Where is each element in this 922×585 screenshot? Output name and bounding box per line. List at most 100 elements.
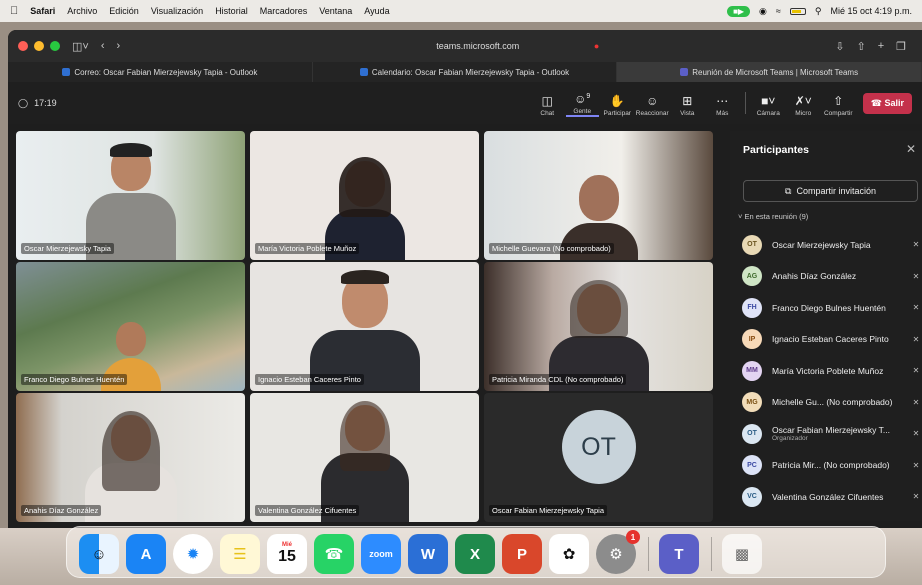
tab-outlook-calendar[interactable]: Calendario: Oscar Fabian Mierzejewsky Ta… <box>313 62 618 82</box>
back-icon[interactable]: ‹ <box>101 40 105 52</box>
participant-row[interactable]: IP Ignacio Esteban Caceres Pinto ✕ <box>742 324 922 356</box>
app-store-icon[interactable]: A <box>126 534 166 574</box>
meeting-timer: ◯ 17:19 <box>18 98 57 109</box>
recording-icon: ● <box>593 41 600 51</box>
more-button[interactable]: ⋯ Más <box>706 94 739 117</box>
wifi-icon[interactable]: ≈ <box>776 6 781 16</box>
video-tile[interactable]: Anahis Díaz González <box>16 393 245 522</box>
leave-button[interactable]: ☎ Salir <box>862 92 912 114</box>
video-tile[interactable]: Oscar Mierzejewsky Tapia <box>16 131 245 260</box>
participant-row[interactable]: PC Patricia Mir... (No comprobado) ✕ <box>742 450 922 482</box>
notes-icon[interactable]: ☰ <box>220 534 260 574</box>
tile-name: Franco Diego Bulnes Huentén <box>21 374 128 385</box>
participant-name: Oscar Mierzejewsky Tapia <box>772 240 906 250</box>
tile-name: Oscar Fabian Mierzejewsky Tapia <box>489 505 607 516</box>
download-icon[interactable]: ⇩ <box>835 40 844 53</box>
battery-icon[interactable] <box>789 7 806 15</box>
share-icon: ⇧ <box>833 93 844 108</box>
status-icon[interactable]: ◉ <box>759 6 767 17</box>
camera-button[interactable]: ■˅ Cámara <box>752 94 785 117</box>
share-invite-button[interactable]: ⧉ Compartir invitación <box>743 180 918 202</box>
shield-icon: ◯ <box>18 97 29 108</box>
chat-button[interactable]: ◫ Chat <box>531 94 564 117</box>
menu-ventana[interactable]: Ventana <box>319 6 352 16</box>
participant-name: Anahis Díaz González <box>772 271 906 281</box>
whatsapp-icon[interactable]: ☎ <box>314 534 354 574</box>
video-tile[interactable]: Franco Diego Bulnes Huentén <box>16 262 245 391</box>
menu-ayuda[interactable]: Ayuda <box>364 6 389 16</box>
dock-divider <box>711 537 712 571</box>
clock[interactable]: Mié 15 oct 4:19 p.m. <box>830 6 912 16</box>
close-window-button[interactable] <box>18 41 28 51</box>
safari-icon[interactable]: ✹ <box>173 534 213 574</box>
url-text: teams.microsoft.com <box>436 41 520 51</box>
teams-icon[interactable]: T <box>659 534 699 574</box>
raise-hand-button[interactable]: ✋ Participar <box>601 94 634 117</box>
tab-overview-icon[interactable]: ❐ <box>896 40 906 53</box>
mic-off-icon: ✗˅ <box>794 93 812 108</box>
close-icon[interactable]: ✕ <box>906 142 916 156</box>
powerpoint-icon[interactable]: P <box>502 534 542 574</box>
camera-in-use-icon[interactable]: ■▶ <box>727 5 751 17</box>
tab-teams-meeting[interactable]: Reunión de Microsoft Teams | Microsoft T… <box>617 62 922 82</box>
calendar-icon[interactable]: Mié 15 <box>267 534 307 574</box>
participant-row[interactable]: AG Anahis Díaz González ✕ <box>742 261 922 293</box>
new-tab-icon[interactable]: + <box>878 40 884 52</box>
participant-name: María Victoria Poblete Muñoz <box>772 366 906 376</box>
finder-icon[interactable]: ☺ <box>79 534 119 574</box>
spotlight-icon[interactable]: ⚲ <box>815 6 822 17</box>
people-button[interactable]: ☺9 Gente <box>565 90 599 117</box>
forward-icon[interactable]: › <box>117 40 121 52</box>
menu-visualizacion[interactable]: Visualización <box>151 6 203 16</box>
panel-title: Participantes <box>743 144 809 156</box>
apple-icon[interactable]:  <box>10 5 18 17</box>
people-icon: ☺9 <box>574 91 591 106</box>
minimize-window-button[interactable] <box>34 41 44 51</box>
video-tile[interactable]: Ignacio Esteban Caceres Pinto <box>250 262 479 391</box>
excel-icon[interactable]: X <box>455 534 495 574</box>
participant-row[interactable]: FH Franco Diego Bulnes Huentén ✕ <box>742 292 922 324</box>
participant-row[interactable]: VC Valentina González Cifuentes ✕ <box>742 481 922 513</box>
participant-row[interactable]: OT Oscar Mierzejewsky Tapia ✕ <box>742 229 922 261</box>
video-tile[interactable]: Michelle Guevara (No comprobado) <box>484 131 713 260</box>
video-tile[interactable]: Patricia Miranda CDL (No comprobado) <box>484 262 713 391</box>
section-header[interactable]: ˅ En esta reunión (9) <box>738 212 808 221</box>
participant-row[interactable]: OT Oscar Fabian Mierzejewsky T... Organiza… <box>742 418 922 450</box>
video-tile[interactable]: Valentina González Cifuentes <box>250 393 479 522</box>
share-page-icon[interactable]: ⇧ <box>856 40 865 53</box>
tile-name: Patricia Miranda CDL (No comprobado) <box>489 374 627 385</box>
avatar: VC <box>742 486 762 507</box>
menu-historial[interactable]: Historial <box>215 6 248 16</box>
menu-app-name[interactable]: Safari <box>30 6 55 16</box>
participant-row[interactable]: MG Michelle Gu... (No comprobado) ✕ <box>742 387 922 419</box>
chatgpt-icon[interactable]: ✿ <box>549 534 589 574</box>
zoom-icon[interactable]: zoom <box>361 534 401 574</box>
settings-icon[interactable]: ⚙ 1 <box>596 530 640 574</box>
camera-icon: ■˅ <box>761 93 776 108</box>
tab-outlook-mail[interactable]: Correo: Oscar Fabian Mierzejewsky Tapia … <box>8 62 313 82</box>
avatar: FH <box>742 297 762 318</box>
avatar: MM <box>742 360 762 381</box>
trash-icon[interactable]: ▩ <box>722 534 762 574</box>
share-button[interactable]: ⇧ Compartir <box>822 94 855 117</box>
mic-off-icon: ✕ <box>912 460 920 470</box>
video-tile-avatar[interactable]: OT Oscar Fabian Mierzejewsky Tapia <box>484 393 713 522</box>
video-tile[interactable]: María Victoria Poblete Muñoz <box>250 131 479 260</box>
zoom-window-button[interactable] <box>50 41 60 51</box>
menu-edicion[interactable]: Edición <box>109 6 139 16</box>
tab-label: Reunión de Microsoft Teams | Microsoft T… <box>692 67 859 77</box>
address-bar[interactable]: teams.microsoft.com ● <box>126 41 829 51</box>
leave-label: Salir <box>884 97 904 108</box>
participant-name-text: Anahis Díaz González <box>772 271 857 282</box>
mic-button[interactable]: ✗˅ Micro <box>787 94 820 117</box>
view-button[interactable]: ⊞ Vista <box>671 94 704 117</box>
mic-label: Micro <box>795 109 812 117</box>
participant-row[interactable]: MM María Victoria Poblete Muñoz ✕ <box>742 355 922 387</box>
word-icon[interactable]: W <box>408 534 448 574</box>
react-button[interactable]: ☺ Reaccionar <box>636 94 669 117</box>
participant-name-text: Patricia Mir... (No comprobado) <box>772 460 890 471</box>
menu-marcadores[interactable]: Marcadores <box>260 6 308 16</box>
participant-name-text: Oscar Fabian Mierzejewsky T... <box>772 425 890 436</box>
menu-archivo[interactable]: Archivo <box>67 6 97 16</box>
sidebar-icon[interactable]: ◫˅ <box>72 40 89 53</box>
